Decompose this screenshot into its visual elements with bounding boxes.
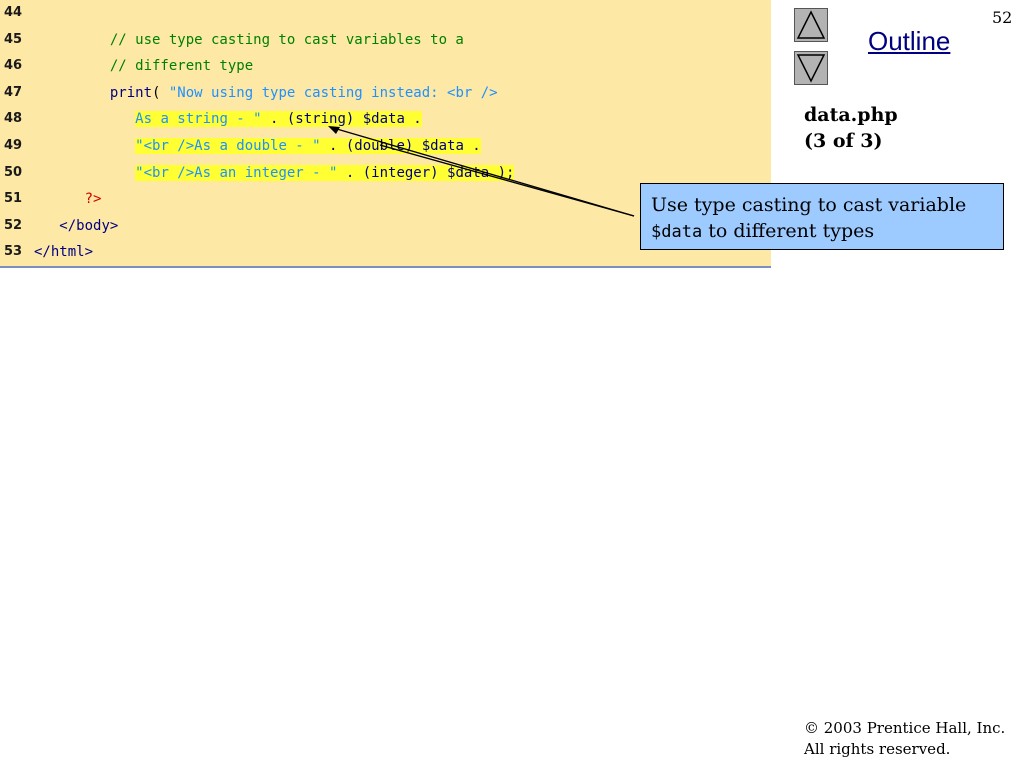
line-number: 46: [4, 58, 23, 74]
triangle-down-icon: [796, 54, 826, 83]
line-number: 49: [4, 138, 23, 153]
code-text: "<br />As a double - " . (double) $data …: [34, 133, 481, 159]
code-token: "<br />As a double - ": [135, 138, 321, 154]
callout-variable: $data: [651, 222, 703, 242]
code-line: 45 // use type casting to cast variables…: [0, 27, 771, 53]
line-number: 51: [4, 191, 23, 207]
previous-slide-button[interactable]: [794, 8, 828, 42]
code-token: (: [152, 84, 169, 101]
code-text: print( "Now using type casting instead: …: [34, 80, 498, 106]
code-token: "Now using type casting instead: <br />: [168, 84, 498, 101]
line-number: 44: [4, 5, 23, 20]
copyright-footer: © 2003 Prentice Hall, Inc. All rights re…: [804, 718, 1005, 760]
line-number: 50: [4, 164, 23, 180]
code-text: </body>: [34, 213, 118, 239]
line-number: 45: [4, 31, 23, 47]
code-text: // different type: [34, 53, 253, 79]
code-token: . (double) $data .: [320, 138, 481, 154]
code-token: As a string - ": [135, 111, 262, 128]
annotation-callout: Use type casting to cast variable $data …: [640, 183, 1004, 250]
code-token: "<br />As an integer - ": [135, 164, 338, 181]
line-number: 47: [4, 84, 23, 100]
code-token: print: [109, 84, 153, 101]
line-number: 48: [4, 111, 23, 127]
code-line: 48 As a string - " . (string) $data .: [0, 106, 771, 132]
callout-text-line1: Use type casting to cast variable: [651, 194, 967, 216]
callout-text-end: to different types: [708, 220, 875, 242]
line-number: 52: [4, 217, 23, 233]
code-token: // use type casting to cast variables to…: [34, 31, 464, 48]
code-token: // different type: [34, 58, 254, 75]
code-line: 49 "<br />As a double - " . (double) $da…: [0, 133, 771, 159]
code-line: 47 print( "Now using type casting instea…: [0, 80, 771, 106]
page-number: 52: [992, 8, 1013, 27]
callout-text-line2: $data to different types: [651, 218, 993, 245]
triangle-up-icon: [796, 10, 826, 39]
code-line: 50 "<br />As an integer - " . (integer) …: [0, 160, 771, 186]
rights-text: All rights reserved.: [804, 740, 951, 758]
file-title: data.php (3 of 3): [804, 102, 898, 154]
code-line: 46 // different type: [0, 53, 771, 79]
code-token: </html>: [34, 244, 94, 261]
copyright-text: © 2003 Prentice Hall, Inc.: [804, 719, 1006, 737]
next-slide-button[interactable]: [794, 51, 828, 85]
code-token: ?>: [84, 191, 102, 208]
line-number: 53: [4, 244, 23, 260]
code-text: ?>: [34, 186, 102, 212]
code-token: </body>: [59, 217, 119, 234]
code-text: // use type casting to cast variables to…: [34, 27, 464, 53]
code-text: "<br />As an integer - " . (integer) $da…: [34, 160, 515, 186]
code-token: . (integer) $data );: [337, 164, 515, 181]
file-name: data.php: [804, 104, 898, 126]
file-part: (3 of 3): [804, 130, 883, 152]
code-text: As a string - " . (string) $data .: [34, 106, 422, 132]
outline-link[interactable]: Outline: [868, 26, 950, 57]
code-token: . (string) $data .: [261, 111, 422, 128]
code-text: </html>: [34, 239, 93, 265]
code-line: 44: [0, 0, 771, 26]
